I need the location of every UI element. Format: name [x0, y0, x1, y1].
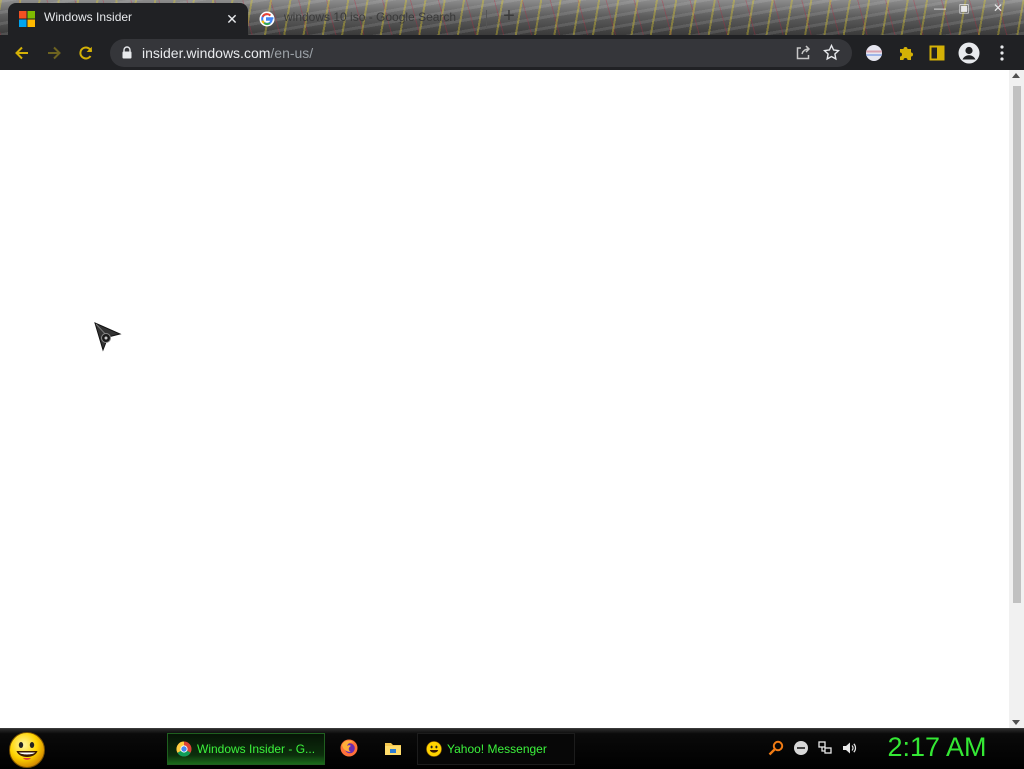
lock-icon[interactable] [122, 46, 132, 59]
scrollbar-thumb[interactable] [1013, 86, 1021, 603]
close-tab-icon[interactable]: ✕ [222, 9, 242, 29]
tab-title: windows 10 iso - Google Search [284, 10, 457, 24]
back-arrow-icon [15, 46, 28, 60]
url-path: /en-us/ [270, 45, 314, 61]
taskbar-item-chrome[interactable]: Windows Insider - G... [167, 733, 325, 765]
flag-extension-icon [866, 45, 882, 61]
address-bar[interactable]: insider.windows.com/en-us/ [110, 39, 852, 67]
vertical-scrollbar[interactable] [1009, 70, 1024, 728]
minus-circle-icon[interactable] [793, 740, 809, 756]
google-logo-icon [259, 11, 275, 27]
extensions-button[interactable] [892, 39, 920, 67]
browser-toolbar: insider.windows.com/en-us/ [0, 35, 1024, 70]
restore-window-icon[interactable]: ▣ [952, 0, 976, 16]
side-panel-icon [929, 45, 945, 61]
url-text[interactable]: insider.windows.com/en-us/ [142, 45, 313, 61]
tab-separator [486, 10, 487, 28]
firefox-icon[interactable] [339, 738, 359, 758]
start-button-smiley-icon[interactable] [8, 731, 46, 769]
tab-google-search[interactable]: windows 10 iso - Google Search [248, 3, 486, 35]
puzzle-piece-icon [900, 47, 913, 60]
share-icon[interactable] [795, 44, 812, 61]
back-button[interactable] [8, 39, 36, 67]
network-icon[interactable] [817, 740, 833, 756]
account-avatar-icon [958, 42, 980, 64]
profile-button[interactable] [955, 39, 983, 67]
file-explorer-icon[interactable] [383, 738, 403, 758]
side-panel-button[interactable] [923, 39, 951, 67]
scroll-up-arrow-icon[interactable] [1012, 73, 1020, 78]
three-dots-vertical-icon [1000, 45, 1004, 61]
url-host: insider.windows.com [142, 45, 271, 61]
close-window-icon[interactable]: ✕ [986, 0, 1010, 16]
reload-icon [79, 46, 93, 60]
yahoo-smiley-icon [426, 741, 442, 757]
browser-menu-button[interactable] [988, 39, 1016, 67]
new-tab-button[interactable]: + [499, 6, 519, 26]
taskbar-item-label: Yahoo! Messenger [447, 742, 547, 756]
taskbar-clock[interactable]: 2:17 AM [870, 732, 1004, 763]
tab-title: Windows Insider [44, 10, 133, 24]
mouse-cursor-icon [94, 322, 122, 352]
bookmark-star-icon[interactable] [823, 44, 840, 61]
search-icon[interactable] [768, 740, 784, 756]
chrome-icon [176, 741, 192, 757]
reload-button[interactable] [72, 39, 100, 67]
taskbar-item-yahoo-messenger[interactable]: Yahoo! Messenger [417, 733, 575, 765]
taskbar-item-label: Windows Insider - G... [197, 742, 316, 756]
microsoft-logo-icon [19, 11, 35, 27]
page-viewport[interactable] [0, 70, 1024, 728]
scroll-down-arrow-icon[interactable] [1012, 720, 1020, 725]
volume-icon[interactable] [841, 740, 857, 756]
extension-button[interactable] [860, 39, 888, 67]
forward-arrow-icon [48, 46, 61, 60]
tab-strip: Windows Insider ✕ windows 10 iso - Googl… [0, 0, 1024, 35]
taskbar: Windows Insider - G... Yahoo! Messenger [0, 728, 1024, 769]
minimize-window-icon[interactable]: — [928, 0, 952, 16]
forward-button[interactable] [40, 39, 68, 67]
tab-windows-insider[interactable]: Windows Insider ✕ [8, 3, 248, 35]
